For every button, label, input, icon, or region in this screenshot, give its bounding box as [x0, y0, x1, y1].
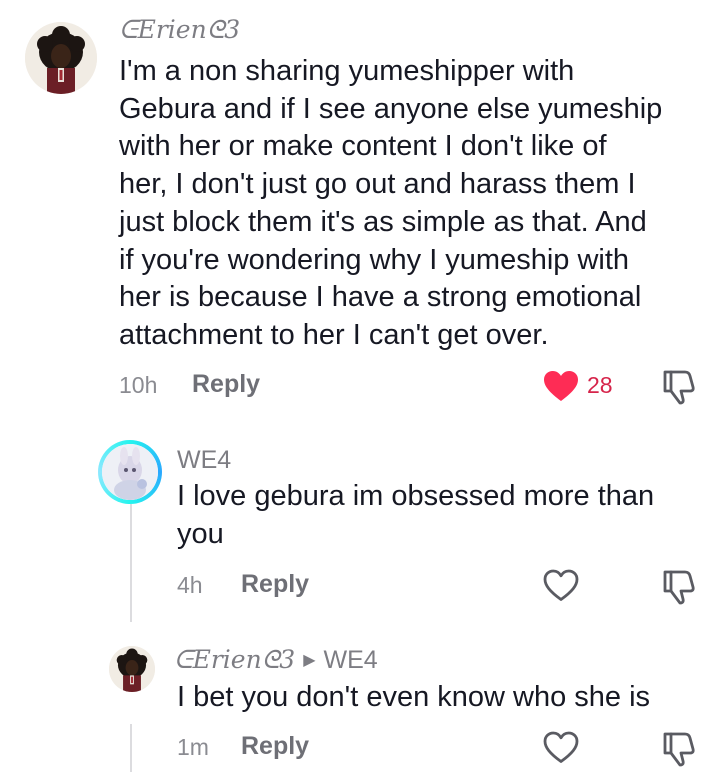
dislike-icon[interactable] [662, 369, 696, 405]
comment-text: I bet you don't even know who she is [177, 681, 651, 713]
reply-button[interactable]: Reply [241, 570, 309, 599]
comment-username[interactable]: ᕮErienᘓ3 [119, 15, 240, 45]
reply-button[interactable]: Reply [241, 732, 309, 761]
avatar[interactable] [109, 646, 155, 692]
reply-button[interactable]: Reply [192, 370, 260, 399]
reply-comment-1: WE4 I love gebura im obsessed more than … [0, 430, 720, 630]
comment-1: ᕮErienᘓ3 I'm a non sharing yumeshipper w… [0, 0, 720, 430]
comment-text: I love gebura im obsessed more than you [177, 480, 655, 550]
like-count: 28 [587, 372, 613, 398]
heart-icon[interactable] [543, 731, 579, 764]
reply-comment-2: ᕮErienᘓ3 ▶ WE4 I bet you don't even know w… [0, 630, 720, 772]
avatar-illustration [102, 444, 158, 500]
avatar-illustration [25, 22, 97, 94]
comment-timestamp: 4h [177, 572, 203, 598]
reply-arrow-icon: ▶ [303, 650, 316, 669]
avatar[interactable] [25, 22, 97, 94]
avatar-illustration [109, 646, 155, 692]
comment-username[interactable]: ᕮErienᘓ3 ▶ WE4 [174, 645, 378, 675]
comment-timestamp: 10h [119, 372, 158, 398]
heart-icon[interactable] [543, 370, 579, 402]
reply-to-username[interactable]: WE4 [324, 646, 378, 674]
dislike-icon[interactable] [662, 569, 696, 605]
comment-text: I'm a non sharing yumeshipper with Gebur… [119, 55, 663, 351]
comment-username[interactable]: WE4 [177, 446, 231, 475]
dislike-icon[interactable] [662, 731, 696, 767]
comment-timestamp: 1m [177, 734, 209, 760]
thread-connector-line [130, 724, 132, 772]
heart-icon[interactable] [543, 569, 579, 602]
avatar[interactable] [98, 440, 162, 504]
thread-connector-line [130, 504, 132, 622]
